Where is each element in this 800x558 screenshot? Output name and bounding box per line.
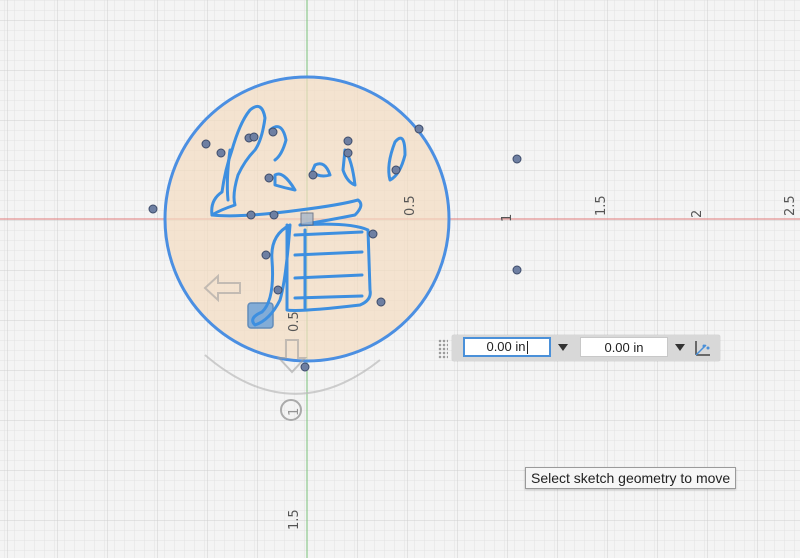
dropdown-arrow-icon[interactable] <box>558 344 568 351</box>
sketch-point <box>148 204 158 214</box>
y-distance-input[interactable]: 0.00 in <box>580 337 668 357</box>
sketch-point <box>268 127 278 137</box>
sketch-point <box>246 210 256 220</box>
x-axis-label: 2 <box>690 209 705 218</box>
sketch-point <box>216 148 226 158</box>
sketch-point <box>273 285 283 295</box>
x-axis-label: 2.5 <box>783 195 798 216</box>
sketch-point <box>343 136 353 146</box>
grip-icon[interactable] <box>438 339 448 359</box>
origin-point[interactable] <box>300 212 314 226</box>
sketch-point <box>512 265 522 275</box>
sketch-point <box>201 139 211 149</box>
tooltip: Select sketch geometry to move <box>525 467 737 489</box>
dropdown-arrow-icon[interactable] <box>675 344 685 351</box>
y-axis-label: 1 <box>287 407 302 416</box>
text-caret <box>526 341 528 355</box>
sketch-point <box>300 362 310 372</box>
sketch-point <box>343 148 353 158</box>
sketch-point <box>376 297 386 307</box>
x-axis-label: 1 <box>500 213 515 222</box>
y-distance-value: 0.00 in <box>604 340 644 355</box>
sketch-point <box>308 170 318 180</box>
sketch-point <box>368 229 378 239</box>
sketch-point <box>249 132 259 142</box>
sketch-point <box>264 173 274 183</box>
sketch-point <box>269 210 279 220</box>
x-axis-label: 1.5 <box>594 195 609 216</box>
sketch-point <box>512 154 522 164</box>
triad-move-icon[interactable] <box>692 338 712 358</box>
y-axis-label: 0.5 <box>287 311 302 332</box>
sketch-point <box>414 124 424 134</box>
x-distance-input[interactable]: 0.00 in <box>463 337 551 357</box>
y-axis-label: 1.5 <box>287 509 302 530</box>
move-input-toolbar: 0.00 in 0.00 in <box>438 335 720 361</box>
sketch-point <box>391 165 401 175</box>
sketch-point <box>261 250 271 260</box>
x-distance-value: 0.00 in <box>486 339 526 354</box>
x-axis-label: 0.5 <box>403 195 418 216</box>
